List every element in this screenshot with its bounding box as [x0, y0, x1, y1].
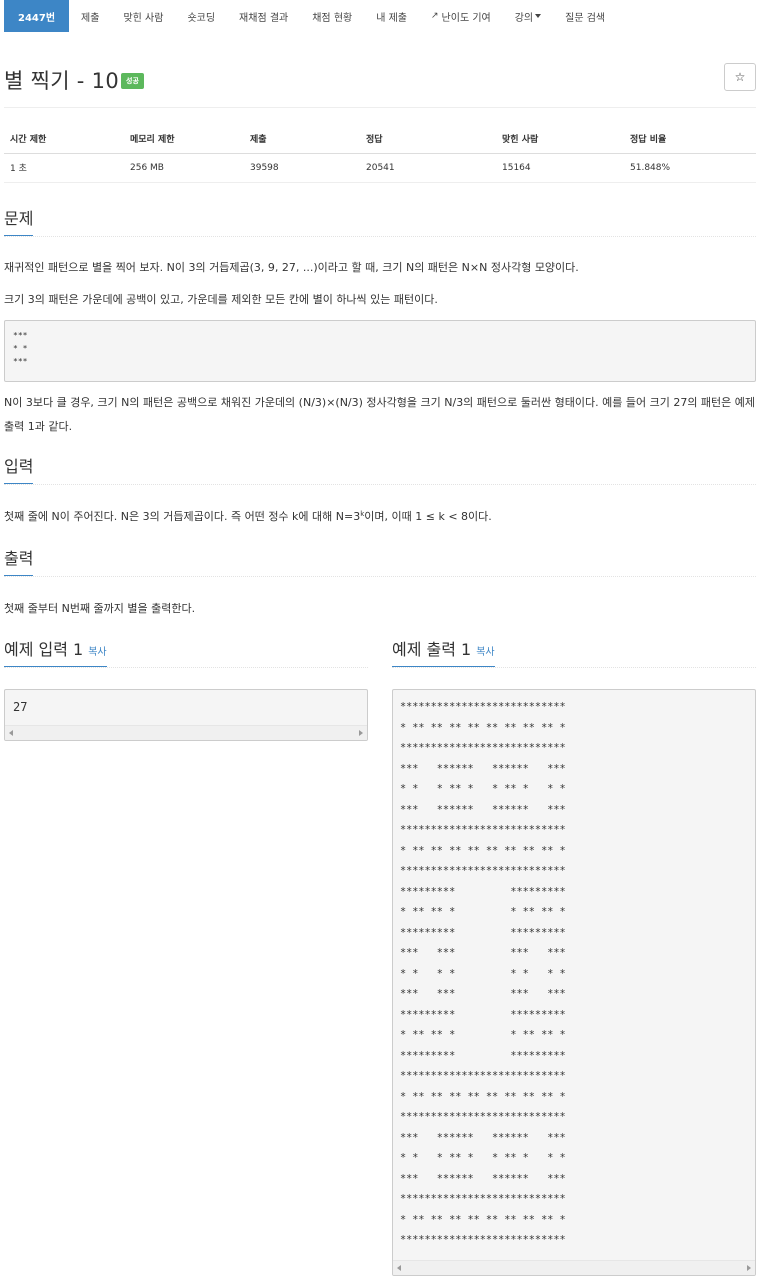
nav-lecture-label: 강의: [514, 12, 534, 24]
value-solved-users: 15164: [496, 153, 624, 183]
pattern-example: *** * * ***: [13, 331, 28, 366]
header-accept-ratio: 정답 비율: [624, 125, 756, 154]
problem-description-2: 크기 3의 패턴은 가운데에 공백이 있고, 가운데를 제외한 모든 칸에 별이…: [4, 293, 438, 306]
copy-sample-output-link[interactable]: 복사: [476, 647, 494, 658]
value-submissions: 39598: [244, 153, 360, 183]
scroll-right-icon[interactable]: [747, 1265, 751, 1271]
header-submissions: 제출: [244, 125, 360, 154]
copy-sample-input-link[interactable]: 복사: [88, 647, 106, 658]
header-time-limit: 시간 제한: [4, 125, 124, 154]
output-description: 첫째 줄부터 N번째 줄까지 별을 출력한다.: [4, 602, 196, 615]
output-section-header: 출력: [4, 547, 756, 577]
page-title: 별 찍기 - 10: [4, 69, 119, 93]
header-solved-users: 맞힌 사람: [496, 125, 624, 154]
problem-info-table: 시간 제한 메모리 제한 제출 정답 맞힌 사람 정답 비율 1 초 256 M…: [4, 125, 756, 183]
sample-output-box[interactable]: *************************** * ** ** ** *…: [392, 689, 756, 1276]
input-description-tail: 이며, 이때 1 ≤ k < 8이다.: [364, 510, 492, 523]
sample-input-label: 예제 입력 1: [4, 640, 84, 659]
sample-input-header: 예제 입력 1 복사: [4, 638, 368, 668]
input-section-title: 입력: [4, 453, 34, 484]
nav-status[interactable]: 채점 현황: [300, 0, 364, 32]
header-memory-limit: 메모리 제한: [124, 125, 244, 154]
pattern-example-box: *** * * ***: [4, 320, 756, 382]
table-header-row: 시간 제한 메모리 제한 제출 정답 맞힌 사람 정답 비율: [4, 125, 756, 154]
caret-down-icon: [535, 14, 542, 18]
nav-my-submissions[interactable]: 내 제출: [364, 0, 419, 32]
scroll-left-icon[interactable]: [9, 730, 13, 736]
scroll-left-icon[interactable]: [397, 1265, 401, 1271]
problem-description-1: 재귀적인 패턴으로 별을 찍어 보자. N이 3의 거듭제곱(3, 9, 27,…: [4, 261, 579, 274]
output-section-title: 출력: [4, 545, 34, 576]
nav-difficulty-label: 난이도 기여: [441, 12, 491, 24]
star-icon: ☆: [734, 70, 746, 84]
nav-difficulty[interactable]: ↗ 난이도 기여: [419, 0, 503, 32]
scroll-right-icon[interactable]: [359, 730, 363, 736]
problem-section-title: 문제: [4, 205, 34, 236]
sample-output-label: 예제 출력 1: [392, 640, 472, 659]
title-divider: [4, 107, 756, 108]
sample-input-scrollbar[interactable]: [5, 725, 367, 740]
value-accept-ratio: 51.848%: [624, 153, 756, 183]
value-memory-limit: 256 MB: [124, 153, 244, 183]
value-accepted: 20541: [360, 153, 496, 183]
nav-qna[interactable]: 질문 검색: [553, 0, 617, 32]
input-section-header: 입력: [4, 455, 756, 485]
input-description-text: 첫째 줄에 N이 주어진다. N은 3의 거듭제곱이다. 즉 어떤 정수 k에 …: [4, 510, 361, 523]
favorite-star-button[interactable]: ☆: [724, 63, 756, 91]
nav-short-coding[interactable]: 숏코딩: [175, 0, 227, 32]
nav-rejudge-results[interactable]: 재채점 결과: [227, 0, 300, 32]
table-row: 1 초 256 MB 39598 20541 15164 51.848%: [4, 153, 756, 183]
nav-lecture-dropdown[interactable]: 강의: [503, 0, 553, 32]
value-time-limit: 1 초: [4, 153, 124, 183]
sample-output-title: 예제 출력 1 복사: [392, 636, 495, 667]
nav-problem-number[interactable]: 2447번: [4, 0, 70, 32]
problem-nav: 2447번 제출 맞힌 사람 숏코딩 재채점 결과 채점 현황 내 제출 ↗ 난…: [0, 0, 761, 32]
external-link-icon: ↗: [431, 11, 439, 21]
sample-input-box[interactable]: 27: [4, 689, 368, 741]
nav-submit[interactable]: 제출: [69, 0, 111, 32]
problem-section-header: 문제: [4, 207, 756, 237]
input-description: 첫째 줄에 N이 주어진다. N은 3의 거듭제곱이다. 즉 어떤 정수 k에 …: [4, 505, 756, 529]
header-accepted: 정답: [360, 125, 496, 154]
nav-solved-users[interactable]: 맞힌 사람: [111, 0, 175, 32]
problem-description-3: N이 3보다 클 경우, 크기 N의 패턴은 공백으로 채워진 가운데의 (N/…: [4, 396, 756, 433]
sample-output-scrollbar[interactable]: [393, 1260, 755, 1275]
problem-title-row: 별 찍기 - 10 성공 ☆: [4, 62, 756, 96]
sample-input-text: 27: [13, 700, 28, 714]
sample-input-title: 예제 입력 1 복사: [4, 636, 107, 667]
sample-output-text: *************************** * ** ** ** *…: [400, 702, 566, 1246]
sample-output-header: 예제 출력 1 복사: [392, 638, 756, 668]
status-badge: 성공: [121, 73, 144, 89]
